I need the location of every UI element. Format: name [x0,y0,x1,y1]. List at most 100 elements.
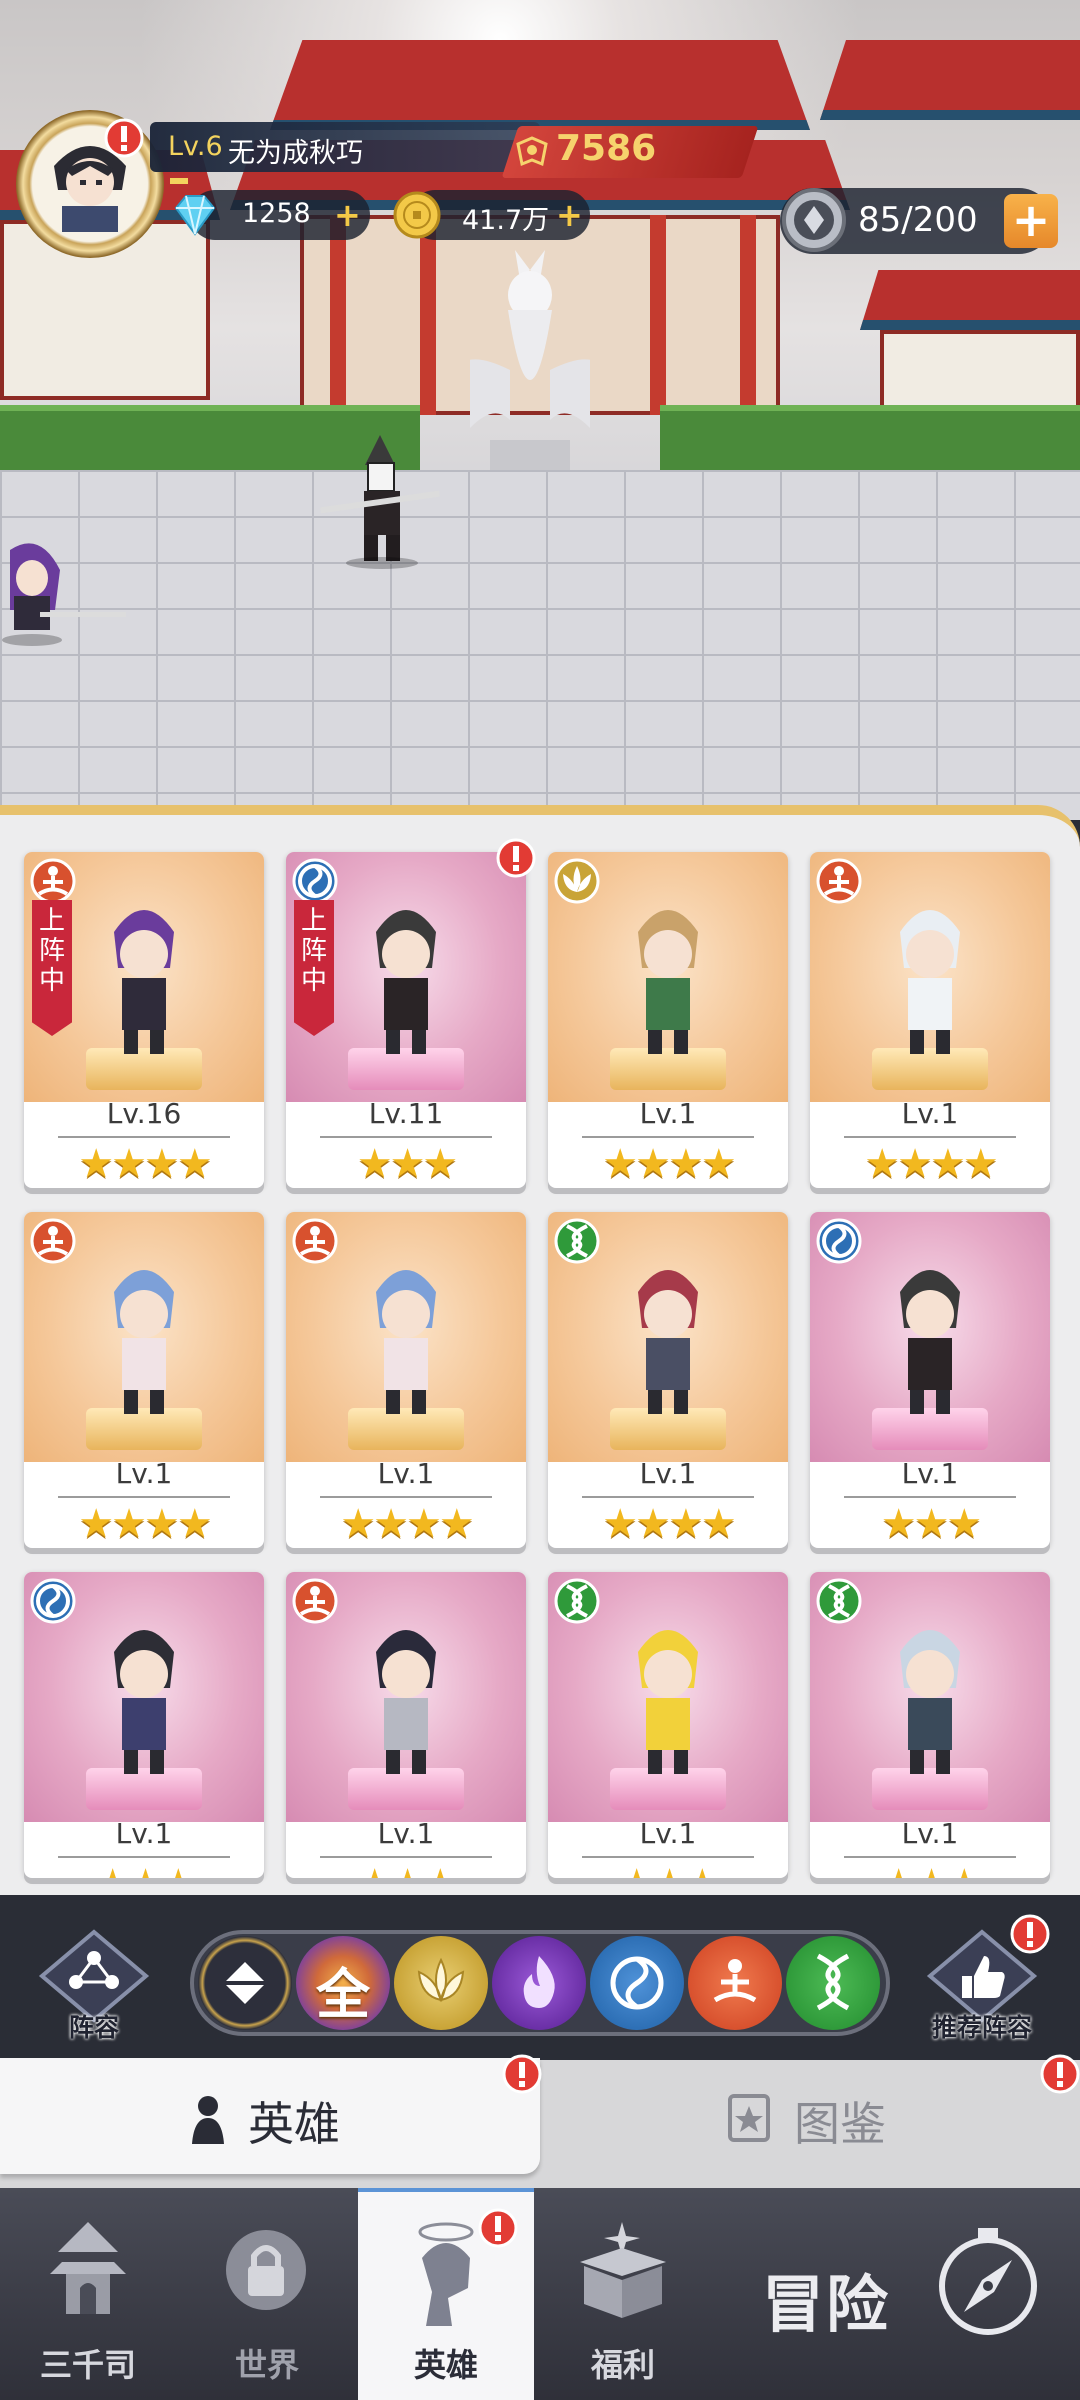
hero-sprite [900,1270,960,1414]
hero-sprite [376,910,436,1054]
divider [844,1136,1016,1138]
diamond-filter-icon [224,1962,266,2004]
hero-star-rating: ★★★★ [602,1141,736,1187]
filter-diamond[interactable] [198,1936,292,2030]
lineup-button[interactable]: 阵容 [34,1928,154,2048]
lineup-label: 阵容 [68,2013,119,2042]
dna-element-icon [554,1218,600,1264]
hero-card[interactable]: Lv.1 ★★★★ [24,1212,264,1548]
hero-sprite [376,1630,436,1774]
hero-level: Lv.11 [368,1097,444,1130]
hero-level: Lv.1 [377,1817,435,1850]
dna-element-icon [816,1578,862,1624]
game-screen: Lv.6 无为成秋巧 7586 1258 + 41.7万 + 85/200 + [0,0,1080,2400]
tab-heroes[interactable]: 英雄 [0,2058,540,2174]
nav-heroes-alert-icon [478,2208,518,2248]
hero-sprite [900,1630,960,1774]
divider [58,1496,230,1498]
divider [320,1136,492,1138]
filter-all-label: 全 [316,1963,370,2026]
wave-element-icon [292,858,338,904]
hero-card[interactable]: 上阵中 Lv.16 ★★★★ [24,852,264,1188]
tab-codex-alert-icon [1040,2054,1080,2094]
nav-heroes-label: 英雄 [413,2346,478,2384]
hero-card[interactable]: Lv.1 ★★★ [24,1572,264,1878]
hero-star-rating: ★★★ [810,1862,1050,1878]
divider [320,1496,492,1498]
nav-world[interactable]: 世界 [178,2188,356,2400]
divider [844,1496,1016,1498]
filter-zen[interactable] [688,1936,782,2030]
hero-star-rating: ★★★ [356,1141,459,1187]
hero-sprite [638,910,698,1054]
hero-card[interactable]: Lv.1 ★★★ [810,1572,1050,1878]
divider [582,1136,754,1138]
codex-book-icon [728,2094,770,2142]
tab-heroes-label: 英雄 [248,2097,340,2151]
hero-card[interactable]: Lv.1 ★★★★ [548,852,788,1188]
hero-sprite [114,1270,174,1414]
tab-codex-label: 图鉴 [794,2097,886,2151]
hero-star-rating: ★★★ [548,1862,788,1878]
filter-flame[interactable] [492,1936,586,2030]
gift-box-icon [580,2222,666,2318]
zen-element-icon [30,1218,76,1264]
hero-star-rating: ★★★★ [78,1501,212,1547]
lotus-icon [417,1957,465,2003]
nav-welfare[interactable]: 福利 [536,2188,710,2400]
hero-star-rating: ★★★★ [78,1141,212,1187]
zen-element-icon [292,1218,338,1264]
dna-element-icon [554,1578,600,1624]
hero-alert-icon [496,838,536,878]
wave-element-icon [816,1218,862,1264]
hero-card[interactable]: Lv.1 ★★★ [810,1212,1050,1548]
hero-level: Lv.1 [639,1097,697,1130]
hero-star-rating: ★★★★ [864,1141,998,1187]
hero-profile-icon [418,2222,474,2326]
zen-element-icon [30,858,76,904]
hero-level: Lv.1 [115,1817,173,1850]
hero-level: Lv.1 [901,1097,959,1130]
tab-codex[interactable]: 图鉴 [540,2058,1080,2174]
recommend-lineup-label: 推荐阵容 [931,2013,1032,2042]
hero-sprite [114,910,174,1054]
divider [58,1856,230,1858]
filter-wave[interactable] [590,1936,684,2030]
hero-level: Lv.1 [639,1817,697,1850]
nav-world-label: 世界 [234,2346,299,2384]
hero-card[interactable]: Lv.1 ★★★ [286,1572,526,1878]
filter-all[interactable]: 全 [296,1936,390,2030]
nav-welfare-label: 福利 [590,2346,655,2384]
hero-card[interactable]: Lv.1 ★★★★ [810,852,1050,1188]
hero-card[interactable]: Lv.1 ★★★★ [548,1212,788,1548]
filter-dna[interactable] [786,1936,880,2030]
compass-icon [939,2228,1037,2335]
zen-element-icon [292,1578,338,1624]
hero-card[interactable]: 上阵中 Lv.11 ★★★ [286,852,526,1188]
zen-element-icon [816,858,862,904]
hero-level: Lv.1 [377,1457,435,1490]
dna-icon [816,1953,850,2011]
hero-star-rating: ★★★ [24,1862,264,1878]
hero-star-rating: ★★★ [286,1862,526,1878]
hero-silhouette-icon [192,2096,224,2144]
in-lineup-tag: 上阵中 [32,900,72,1036]
wave-icon [610,1956,664,2010]
hero-sprite [114,1630,174,1774]
pagoda-icon [50,2222,126,2314]
nav-sanqiansi-label: 三千司 [39,2346,136,2384]
filter-lotus[interactable] [394,1936,488,2030]
wave-element-icon [30,1578,76,1624]
nav-sanqiansi[interactable]: 三千司 [0,2188,176,2400]
hero-level: Lv.1 [639,1457,697,1490]
hero-level: Lv.1 [901,1817,959,1850]
hero-level: Lv.1 [901,1457,959,1490]
hero-card[interactable]: Lv.1 ★★★ [548,1572,788,1878]
hero-level: Lv.1 [115,1457,173,1490]
lotus-element-icon [554,858,600,904]
hero-sprite [376,1270,436,1414]
divider [844,1856,1016,1858]
hero-star-rating: ★★★★ [340,1501,474,1547]
hero-card[interactable]: Lv.1 ★★★★ [286,1212,526,1548]
hero-sprite [638,1630,698,1774]
